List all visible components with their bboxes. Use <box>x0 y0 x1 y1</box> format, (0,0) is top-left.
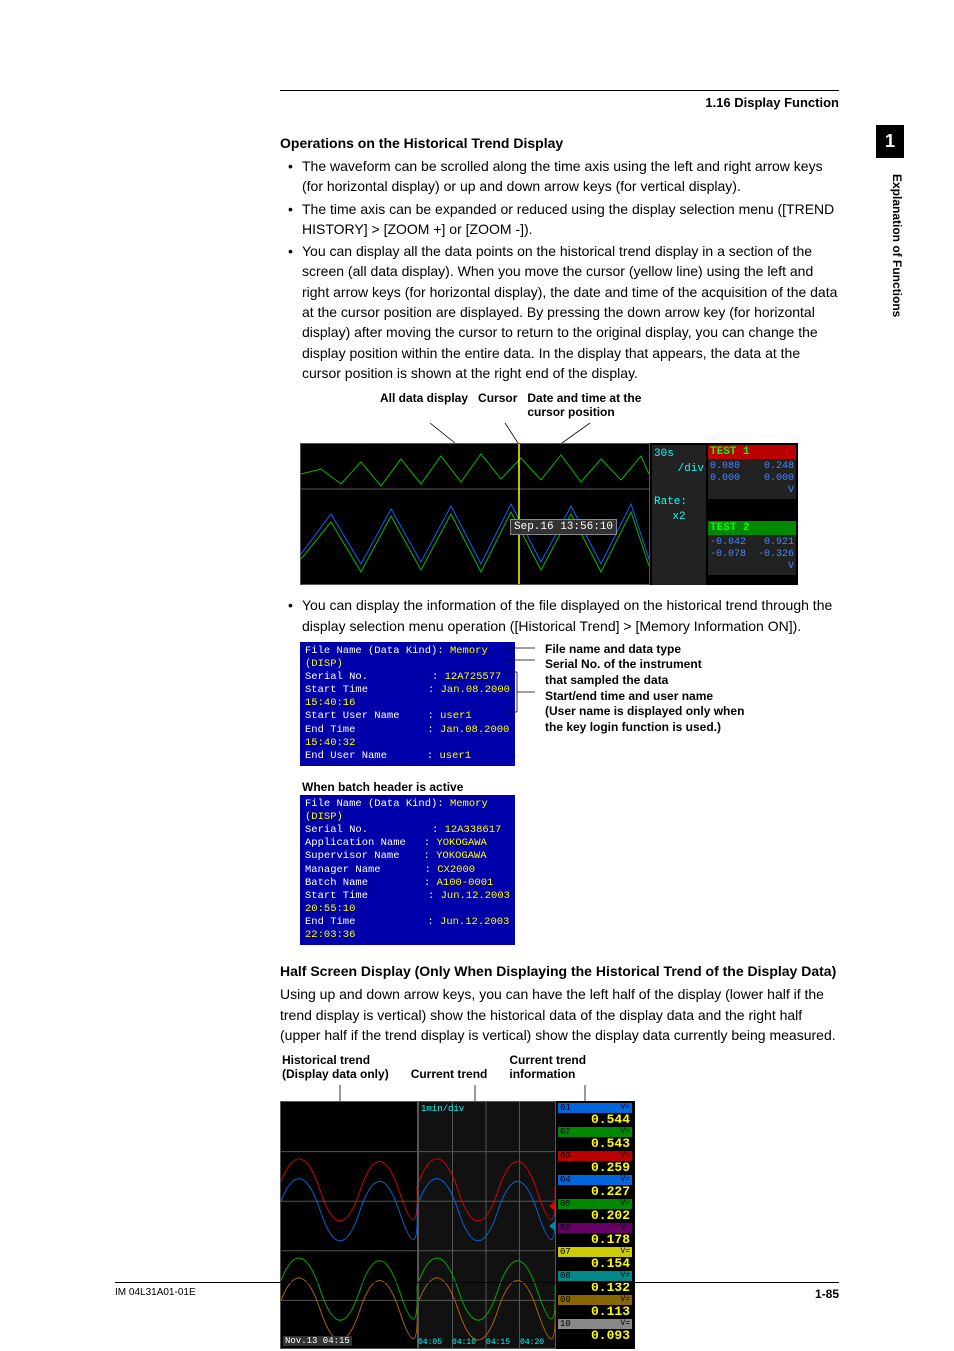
chapter-number-tab: 1 <box>876 125 904 158</box>
callout-current-trend: Current trend <box>411 1053 508 1083</box>
hist-timestamp: Nov.13 04:15 <box>283 1336 352 1346</box>
chapter-title-side: Explanation of Functions <box>876 168 904 317</box>
body-text: Using up and down arrow keys, you can ha… <box>280 984 839 1045</box>
historical-pane: Nov.13 04:15 <box>280 1101 418 1349</box>
memory-info-callouts: File name and data type Serial No. of th… <box>545 642 744 736</box>
channel-readout: 07V=0.154 <box>558 1247 632 1270</box>
channel-readout-column: 01V=0.54402V=0.54303V=0.25904V=0.22705V=… <box>558 1103 632 1343</box>
callout-all-data: All data display <box>380 391 476 421</box>
channel-readout: 10V=0.093 <box>558 1319 632 1342</box>
test1-header: TEST 1 <box>708 445 796 459</box>
test2-header: TEST 2 <box>708 521 796 535</box>
channel-readout: 06V=0.178 <box>558 1223 632 1246</box>
callout-cursor: Cursor <box>478 391 525 421</box>
bullet-item: You can display all the data points on t… <box>280 241 839 383</box>
current-pane: 1min/div <box>418 1101 556 1349</box>
callout-historical-trend: Historical trend (Display data only) <box>282 1053 409 1083</box>
cursor-timestamp: Sep.16 13:56:10 <box>510 519 617 535</box>
channel-readout: 05V=0.202 <box>558 1199 632 1222</box>
section-heading: Operations on the Historical Trend Displ… <box>280 135 839 151</box>
test-readouts: TEST 1 0.0800.248 0.0000.000 V TEST 2 -0… <box>708 445 796 575</box>
doc-id: IM 04L31A01-01E <box>115 1287 196 1298</box>
channel-readout: 04V=0.227 <box>558 1175 632 1198</box>
bullet-item: You can display the information of the f… <box>280 595 839 636</box>
waveform-area <box>300 443 650 585</box>
callout-current-info: Current trend information <box>509 1053 606 1083</box>
figure-callout-labels: All data display Cursor Date and time at… <box>378 389 651 423</box>
section-header: 1.16 Display Function <box>280 95 839 110</box>
channel-readout: 02V=0.543 <box>558 1127 632 1150</box>
bullet-item: The waveform can be scrolled along the t… <box>280 156 839 197</box>
callout-datetime: Date and time at the cursor position <box>527 391 649 421</box>
memory-info-box: File Name (Data Kind): Memory (DISP) Ser… <box>300 642 515 766</box>
batch-header-label: When batch header is active <box>302 780 839 794</box>
bullet-item: The time axis can be expanded or reduced… <box>280 199 839 240</box>
time-axis-label: 1min/div <box>421 1104 464 1114</box>
channel-readout: 03V=0.259 <box>558 1151 632 1174</box>
bullet-list: The waveform can be scrolled along the t… <box>280 156 839 383</box>
page-number: 1-85 <box>815 1287 839 1301</box>
batch-info-box: File Name (Data Kind): Memory (DISP) Ser… <box>300 795 515 945</box>
rate-panel: 30s /div Rate: x2 <box>652 445 706 585</box>
time-ticks: 04:0504:1004:1504:20 <box>418 1338 554 1347</box>
figure2-callout-labels: Historical trend (Display data only) Cur… <box>280 1051 608 1085</box>
channel-readout: 01V=0.544 <box>558 1103 632 1126</box>
section-heading: Half Screen Display (Only When Displayin… <box>280 963 839 979</box>
half-screen-screenshot: Nov.13 04:15 1min/div 01V=0.54402V=0.543… <box>280 1101 635 1349</box>
historical-trend-screenshot: Sep.16 13:56:10 30s /div Rate: x2 TEST 1… <box>300 443 798 585</box>
